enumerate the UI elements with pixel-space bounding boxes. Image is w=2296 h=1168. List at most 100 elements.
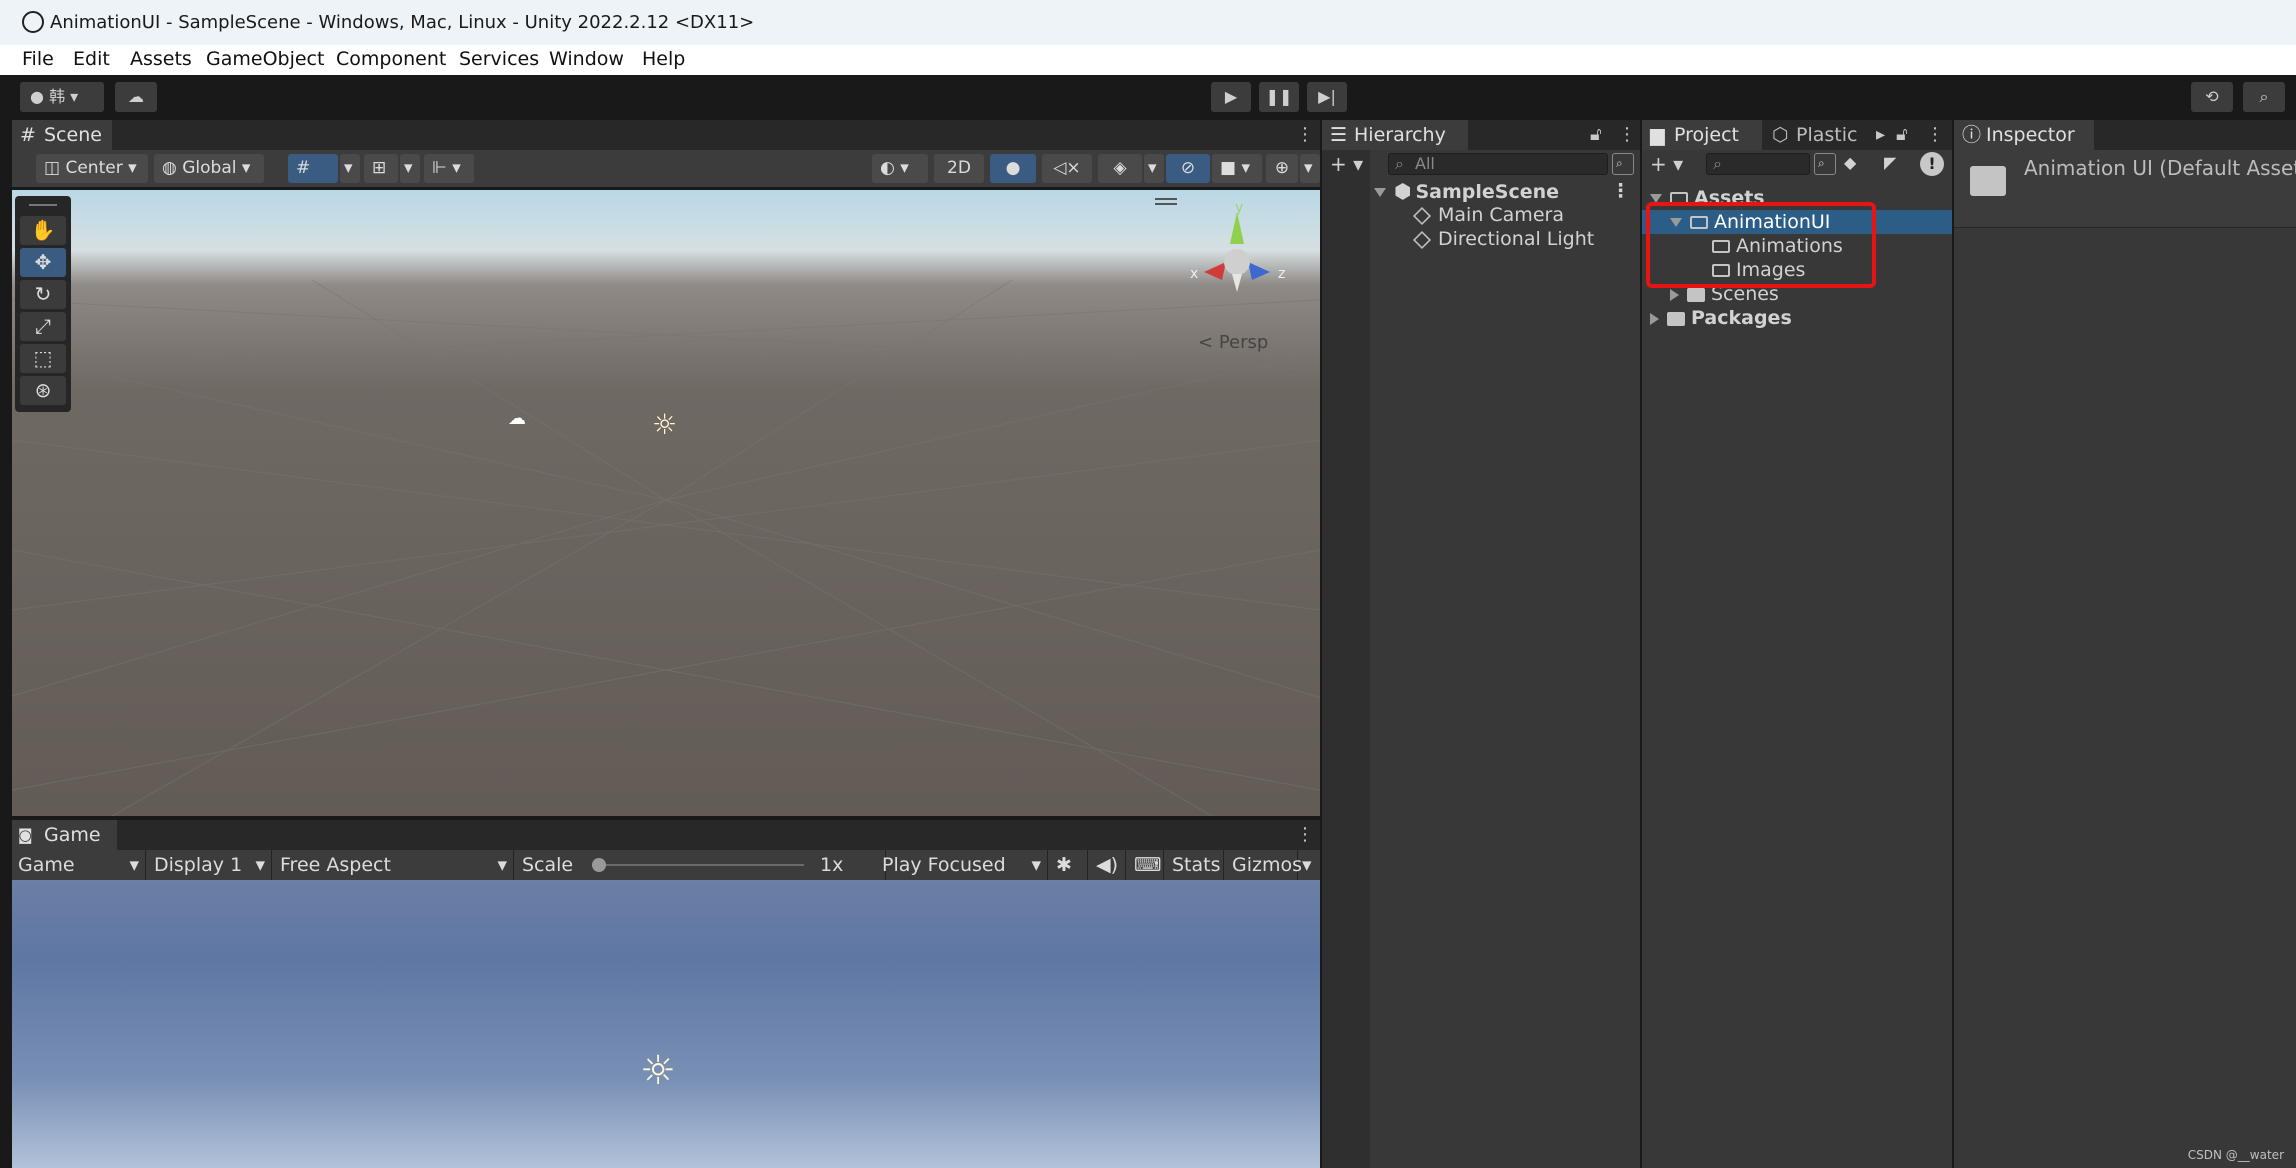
menu-help[interactable]: Help xyxy=(642,48,685,70)
scale-slider-track[interactable] xyxy=(592,864,804,866)
scene-more-icon[interactable]: ⋮ xyxy=(1611,179,1630,203)
mute-audio-button[interactable]: ◀) xyxy=(1090,850,1126,880)
hand-tool[interactable]: ✋ xyxy=(20,216,66,245)
play-button[interactable]: ▶ xyxy=(1211,82,1251,112)
gizmo-x-label: x xyxy=(1190,266,1198,282)
effects-dropdown[interactable]: ▾ xyxy=(1144,154,1164,183)
tab-project[interactable]: ▆ Project xyxy=(1642,120,1762,150)
stats-button[interactable]: Stats xyxy=(1166,850,1224,880)
camera-settings-dropdown[interactable]: ■ ▾ xyxy=(1212,154,1262,183)
light-gizmo-icon[interactable]: ☼ xyxy=(652,408,677,441)
account-dropdown[interactable]: ● 韩 ▾ xyxy=(20,82,104,112)
menu-gameobject[interactable]: GameObject xyxy=(206,48,324,70)
folder-icon xyxy=(1687,287,1705,302)
lock-icon[interactable]: 🔓︎ xyxy=(1590,124,1602,145)
play-mode-select[interactable]: Play Focused ▾ xyxy=(876,850,1048,880)
hidden-packages-button[interactable]: ! xyxy=(1920,152,1944,176)
projection-label[interactable]: < Persp xyxy=(1198,332,1268,353)
effects-toggle[interactable]: ◈ xyxy=(1098,154,1142,183)
gizmos-toggle[interactable]: ⊕ xyxy=(1266,154,1298,183)
tab-overflow-icon[interactable]: ▸ xyxy=(1876,124,1885,145)
stats-label: Stats xyxy=(1172,854,1221,876)
search-scene-button[interactable]: ⌕ xyxy=(1612,153,1634,175)
shortcuts-button[interactable]: ⌨ xyxy=(1128,850,1164,880)
lock-icon[interactable]: 🔓︎ xyxy=(1896,124,1908,145)
chevron-down-icon: ▾ xyxy=(404,158,413,178)
gizmos-menu-dropdown[interactable]: ▾ xyxy=(1300,850,1320,880)
scene-viewport[interactable]: y x z < Persp ☁ ☼ xyxy=(12,190,1320,816)
rect-tool[interactable]: ⬚ xyxy=(20,344,66,373)
increment-snap-button[interactable]: ⊩ ▾ xyxy=(424,154,474,183)
gizmos-button[interactable]: Gizmos xyxy=(1226,850,1302,880)
create-dropdown[interactable]: + ▾ xyxy=(1330,152,1370,176)
rotate-tool[interactable]: ↻ xyxy=(20,280,66,309)
audio-toggle[interactable]: ◁× xyxy=(1042,154,1092,183)
camera-gizmo-icon[interactable]: ☁ xyxy=(508,408,526,429)
tab-inspector[interactable]: ⓘ Inspector xyxy=(1954,120,2094,150)
palette-handle[interactable] xyxy=(29,204,57,206)
hierarchy-more-icon[interactable]: ⋮ xyxy=(1618,124,1636,145)
shapes-icon: ◆ xyxy=(1844,153,1857,172)
frame-debugger-button[interactable]: ✱ xyxy=(1050,850,1088,880)
menu-file[interactable]: File xyxy=(22,48,54,70)
search-by-label-button[interactable]: ◆ xyxy=(1844,153,1870,175)
game-viewport[interactable]: ☼ xyxy=(12,880,1320,1168)
history-button[interactable]: ⟲ xyxy=(2191,82,2233,112)
project-more-icon[interactable]: ⋮ xyxy=(1926,124,1944,145)
aspect-select[interactable]: Free Aspect ▾ xyxy=(274,850,514,880)
game-view-select[interactable]: Game ▾ xyxy=(12,850,146,880)
grid-snap-dropdown[interactable]: ▾ xyxy=(340,154,360,183)
overlay-handle-icon[interactable] xyxy=(1155,198,1177,200)
list-icon: ☰ xyxy=(1330,124,1348,146)
step-button[interactable]: ▶| xyxy=(1307,82,1347,112)
game-more-icon[interactable]: ⋮ xyxy=(1296,824,1314,845)
menu-window[interactable]: Window xyxy=(549,48,624,70)
space-dropdown[interactable]: ◍ Global ▾ xyxy=(154,154,264,183)
pivot-dropdown[interactable]: ◫ Center ▾ xyxy=(36,154,148,183)
grid-snap-button[interactable]: # xyxy=(288,154,338,183)
scene-more-icon[interactable]: ⋮ xyxy=(1296,124,1314,145)
eye-slash-icon: ⊘ xyxy=(1180,158,1196,178)
favorites-button[interactable]: ◤ xyxy=(1884,153,1910,175)
gizmos-dropdown[interactable]: ▾ xyxy=(1300,154,1320,183)
lighting-toggle[interactable]: ● xyxy=(990,154,1036,183)
scale-tool[interactable]: ⤢ xyxy=(20,312,66,341)
project-item-packages[interactable]: Packages xyxy=(1650,306,1792,330)
inspector-header: Animation UI (Default Asset) xyxy=(1954,150,2296,228)
hidden-objects-toggle[interactable]: ⊘ xyxy=(1166,154,1210,183)
tab-hierarchy[interactable]: ☰ Hierarchy xyxy=(1322,120,1468,150)
move-tool[interactable]: ✥ xyxy=(20,248,66,277)
scene-root-row[interactable]: ⬢ SampleScene ⋮ xyxy=(1374,179,1640,203)
toggle-2d-label: 2D xyxy=(947,158,971,178)
project-create-dropdown[interactable]: + ▾ xyxy=(1650,152,1690,176)
collapse-arrow-icon[interactable] xyxy=(1650,312,1659,325)
orientation-gizmo[interactable]: y x z xyxy=(1182,202,1292,312)
menu-assets[interactable]: Assets xyxy=(130,48,192,70)
hierarchy-item-directional-light[interactable]: Directional Light xyxy=(1412,227,1594,251)
toggle-2d-button[interactable]: 2D xyxy=(934,154,984,183)
cloud-button[interactable]: ☁ xyxy=(115,82,157,112)
bug-icon: ✱ xyxy=(1056,854,1072,876)
expand-arrow-icon[interactable] xyxy=(1374,188,1386,197)
tab-plastic[interactable]: ⬡ Plastic xyxy=(1764,120,1874,150)
scale-slider-thumb[interactable] xyxy=(592,858,606,872)
search-by-type-button[interactable]: ⌕ xyxy=(1814,153,1836,175)
pause-button[interactable]: ❚❚ xyxy=(1259,82,1299,112)
display-select[interactable]: Display 1 ▾ xyxy=(148,850,272,880)
snap-settings-dropdown[interactable]: ▾ xyxy=(400,154,420,183)
menu-edit[interactable]: Edit xyxy=(73,48,110,70)
shading-mode-dropdown[interactable]: ◐ ▾ xyxy=(872,154,928,183)
search-button[interactable]: ⌕ xyxy=(2243,82,2285,112)
hierarchy-search-input[interactable]: ⌕ All xyxy=(1388,153,1608,175)
scale-control: Scale 1x xyxy=(516,850,886,880)
tab-scene[interactable]: # Scene xyxy=(12,120,112,150)
project-search-input[interactable]: ⌕ xyxy=(1706,153,1810,175)
transform-tool[interactable]: ⊛ xyxy=(20,376,66,405)
menu-component[interactable]: Component xyxy=(336,48,446,70)
sun-icon: ☼ xyxy=(640,1048,676,1094)
tab-game[interactable]: ◙ Game xyxy=(12,820,117,850)
snap-settings-button[interactable]: ⊞ xyxy=(364,154,398,183)
menu-services[interactable]: Services xyxy=(459,48,539,70)
hierarchy-item-main-camera[interactable]: Main Camera xyxy=(1412,203,1564,227)
collapse-arrow-icon[interactable] xyxy=(1670,288,1679,301)
